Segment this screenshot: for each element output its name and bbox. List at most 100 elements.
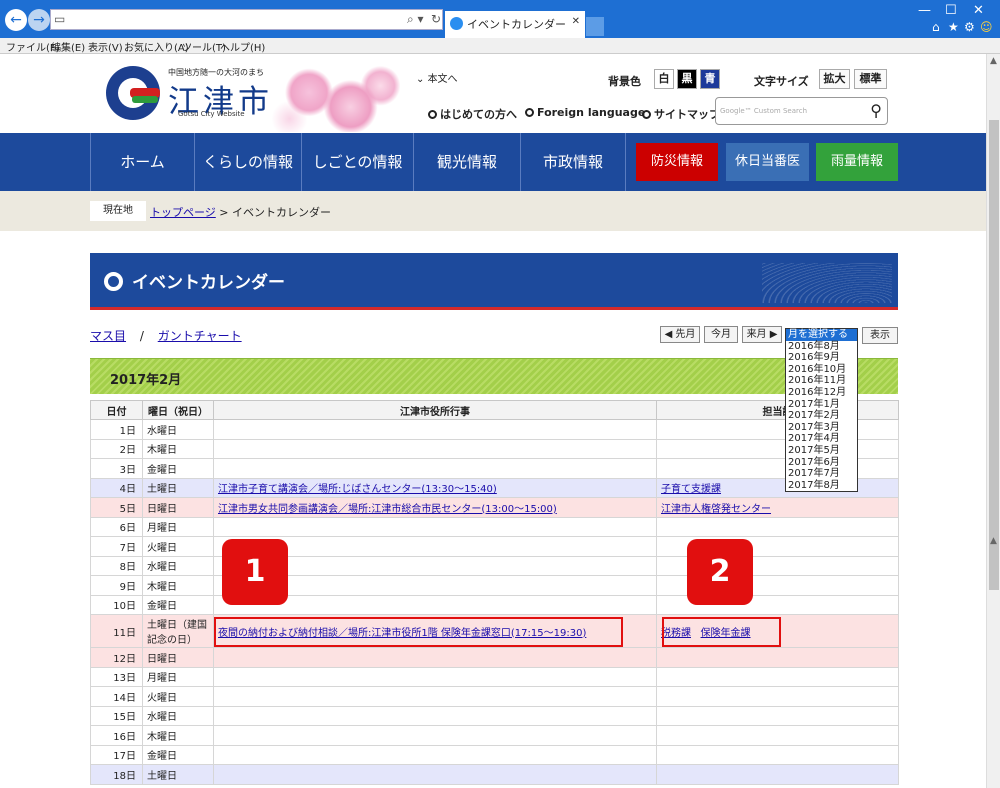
bgcolor-label: 背景色 xyxy=(608,75,641,88)
date-cell: 10日 xyxy=(90,594,143,615)
site-search-input[interactable]: Google™ Custom Search ⚲ xyxy=(715,97,888,125)
home-icon[interactable]: ⌂ xyxy=(932,20,940,34)
nav-tourism[interactable]: 観光情報 xyxy=(413,133,520,191)
month-option[interactable]: 2017年6月 xyxy=(786,457,857,469)
event-link[interactable]: 江津市子育て講演会／場所:じばさんセンター(13:30～15:40) xyxy=(218,484,497,495)
next-month-button[interactable]: 来月 ▶ xyxy=(742,326,782,343)
nav-disaster-button[interactable]: 防災情報 xyxy=(636,143,718,181)
annotation-marker-2: 2 xyxy=(687,539,753,605)
month-option[interactable]: 2016年8月 xyxy=(786,341,857,353)
city-subtitle: Gotsu City Website xyxy=(178,110,245,118)
date-cell: 6日 xyxy=(90,516,143,537)
weekday-cell: 日曜日 xyxy=(142,647,214,668)
menu-edit[interactable]: 編集(E) xyxy=(51,39,85,54)
sitemap-link[interactable]: サイトマップ xyxy=(642,106,720,122)
event-link[interactable]: 江津市男女共同参画講演会／場所:江津市総合市民センター(13:00～15:00) xyxy=(218,504,557,515)
search-icon[interactable]: ⌕ ▾ xyxy=(407,12,424,27)
prev-month-button[interactable]: ◀ 先月 xyxy=(660,326,700,343)
weekday-cell: 土曜日 xyxy=(142,764,214,785)
month-option[interactable]: 2017年5月 xyxy=(786,445,857,457)
circle-icon xyxy=(104,272,123,291)
maximize-icon[interactable]: ☐ xyxy=(945,3,957,18)
nav-home[interactable]: ホーム xyxy=(90,133,194,191)
refresh-icon[interactable]: ↻ xyxy=(431,12,441,26)
scroll-thumb[interactable] xyxy=(989,120,999,590)
weekday-cell: 水曜日 xyxy=(142,705,214,726)
font-normal-button[interactable]: 標準 xyxy=(854,69,887,89)
close-window-icon[interactable]: ✕ xyxy=(973,3,984,18)
search-placeholder: Google™ Custom Search xyxy=(720,107,808,115)
table-row: 5日 日曜日 江津市男女共同参画講演会／場所:江津市総合市民センター(13:00～1… xyxy=(90,497,899,518)
month-option[interactable]: 2017年1月 xyxy=(786,399,857,411)
nav-holiday-doctor-button[interactable]: 休日当番医 xyxy=(726,143,809,181)
vertical-scrollbar[interactable]: ▲ ▲ xyxy=(986,54,1000,788)
menu-favorites[interactable]: お気に入り(A) xyxy=(124,39,189,54)
menu-view[interactable]: 表示(V) xyxy=(88,39,123,54)
new-tab-button[interactable] xyxy=(586,17,604,36)
gear-icon[interactable]: ⚙ xyxy=(964,20,975,34)
dept-cell: 江津市人権啓発センター xyxy=(656,497,899,518)
table-row: 8日 水曜日 xyxy=(90,555,899,576)
dept-cell xyxy=(656,725,899,746)
minimize-icon[interactable]: — xyxy=(918,3,931,18)
nav-work[interactable]: しごとの情報 xyxy=(301,133,413,191)
this-month-button[interactable]: 今月 xyxy=(704,326,738,343)
show-button[interactable]: 表示 xyxy=(862,327,898,344)
date-cell: 16日 xyxy=(90,725,143,746)
breadcrumb-current: > イベントカレンダー xyxy=(219,206,331,219)
bg-white-button[interactable]: 白 xyxy=(654,69,674,89)
month-option[interactable]: 2016年11月 xyxy=(786,375,857,387)
table-row: 3日 金曜日 xyxy=(90,458,899,479)
address-bar[interactable]: ▭ ⌕ ▾ ↻ xyxy=(50,9,443,30)
month-option[interactable]: 2017年2月 xyxy=(786,410,857,422)
month-option[interactable]: 2017年4月 xyxy=(786,433,857,445)
dept-cell: 子育て支援課 xyxy=(656,477,899,498)
bg-blue-button[interactable]: 青 xyxy=(700,69,720,89)
event-cell xyxy=(213,458,657,479)
month-select-dropdown[interactable]: 月を選択する 2016年8月 2016年9月 2016年10月 2016年11月 2016… xyxy=(785,328,858,492)
nav-life[interactable]: くらしの情報 xyxy=(194,133,301,191)
scroll-up-icon[interactable]: ▲ xyxy=(990,56,997,66)
month-option[interactable]: 月を選択する xyxy=(786,329,857,341)
font-large-button[interactable]: 拡大 xyxy=(819,69,850,89)
dept-link[interactable]: 子育て支援課 xyxy=(661,484,721,495)
table-row: 12日 日曜日 xyxy=(90,647,899,668)
dept-cell xyxy=(656,516,899,537)
nav-admin[interactable]: 市政情報 xyxy=(520,133,626,191)
breadcrumb-top-link[interactable]: トップページ xyxy=(150,206,216,219)
smiley-icon[interactable]: ☺ xyxy=(980,20,993,34)
month-heading-text: 2017年2月 xyxy=(110,373,182,388)
search-icon[interactable]: ⚲ xyxy=(870,101,882,120)
dept-link[interactable]: 江津市人権啓発センター xyxy=(661,504,771,515)
page-title: イベントカレンダー xyxy=(132,273,285,293)
month-option[interactable]: 2016年10月 xyxy=(786,364,857,376)
nav-rain-button[interactable]: 雨量情報 xyxy=(816,143,898,181)
month-option[interactable]: 2017年3月 xyxy=(786,422,857,434)
favorites-star-icon[interactable]: ★ xyxy=(948,20,959,34)
date-cell: 9日 xyxy=(90,575,143,596)
bg-black-button[interactable]: 黒 xyxy=(677,69,697,89)
city-logo-icon[interactable] xyxy=(106,66,160,120)
back-icon[interactable]: ← xyxy=(5,9,27,31)
forward-icon[interactable]: → xyxy=(28,9,50,31)
month-option[interactable]: 2017年8月 xyxy=(786,480,857,492)
dept-cell xyxy=(656,419,899,440)
date-cell: 2日 xyxy=(90,438,143,459)
date-cell: 5日 xyxy=(90,497,143,518)
skip-to-content-link[interactable]: ⌄ 本文へ xyxy=(416,70,458,85)
weekday-cell: 金曜日 xyxy=(142,594,214,615)
grid-view-link[interactable]: マス目 xyxy=(90,329,126,343)
close-tab-icon[interactable]: ✕ xyxy=(572,16,580,27)
month-option[interactable]: 2016年12月 xyxy=(786,387,857,399)
first-visit-link[interactable]: はじめての方へ xyxy=(428,106,517,122)
gantt-view-link[interactable]: ガントチャート xyxy=(158,329,242,343)
month-option[interactable]: 2016年9月 xyxy=(786,352,857,364)
month-option[interactable]: 2017年7月 xyxy=(786,468,857,480)
date-cell: 3日 xyxy=(90,458,143,479)
foreign-language-link[interactable]: Foreign language xyxy=(525,106,645,119)
circle-icon xyxy=(642,110,651,119)
weekday-cell: 月曜日 xyxy=(142,516,214,537)
dept-cell xyxy=(656,686,899,707)
menu-help[interactable]: ヘルプ(H) xyxy=(220,39,265,54)
browser-tab[interactable]: イベントカレンダー ✕ xyxy=(445,11,585,38)
